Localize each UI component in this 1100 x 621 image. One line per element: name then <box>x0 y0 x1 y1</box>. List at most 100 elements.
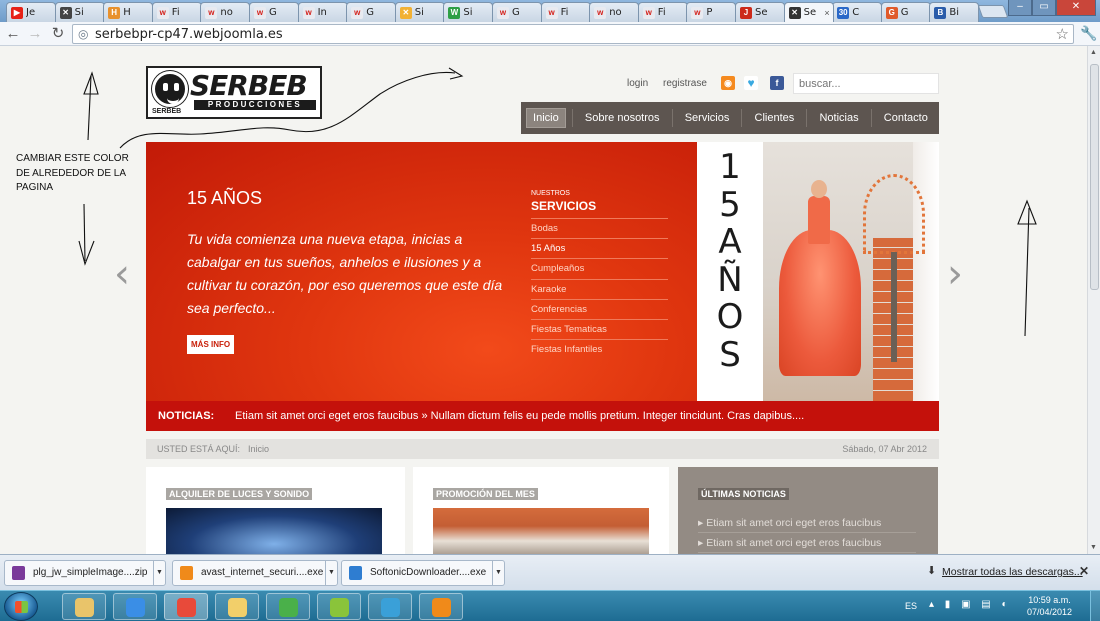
paint-icon <box>380 598 400 617</box>
taskbar-app-messenger[interactable] <box>266 593 310 620</box>
taskbar-app-paint[interactable] <box>368 593 412 620</box>
tab-favicon-icon: w <box>642 6 655 19</box>
browser-tab[interactable]: J Se <box>735 2 785 22</box>
browser-tab[interactable]: HH <box>103 2 154 22</box>
tab-favicon-icon: J <box>740 6 752 19</box>
tab-favicon-icon: w <box>594 6 607 19</box>
tab-label: G <box>512 7 520 18</box>
wrench-icon[interactable]: 🔧 <box>1080 25 1097 42</box>
tab-favicon-icon: B <box>934 6 947 19</box>
download-arrow-icon: ⬇ <box>927 565 937 577</box>
tab-label: Se <box>755 7 768 18</box>
browser-tab[interactable]: wP <box>686 2 737 22</box>
download-item-avast[interactable]: avast_internet_securi....exe ▼ <box>172 560 338 586</box>
taskbar-app-notepad[interactable] <box>317 593 361 620</box>
tab-label: G <box>269 7 277 18</box>
download-menu-arrow[interactable]: ▼ <box>325 561 337 585</box>
notepad-icon <box>329 598 349 617</box>
tab-label: Si <box>414 7 424 18</box>
address-bar[interactable]: ◎ serbebpr-cp47.webjoomla.es ☆ <box>72 24 1074 44</box>
browser-tab[interactable]: ✕ Se × <box>783 2 834 22</box>
window-close-button[interactable]: ✕ <box>1056 0 1096 16</box>
tab-favicon-icon: ✕ <box>59 6 72 19</box>
download-menu-arrow[interactable]: ▼ <box>492 561 504 585</box>
browser-tab[interactable]: ✕ Si <box>394 2 445 22</box>
taskbar-app-avast[interactable] <box>419 593 463 620</box>
tab-label: Fi <box>657 7 666 18</box>
tab-favicon-icon: W <box>448 6 461 19</box>
tab-label: no <box>220 7 233 18</box>
browser-tab[interactable]: w Fi <box>151 2 202 22</box>
taskbar-app-chrome[interactable] <box>164 593 208 620</box>
download-item-softonic[interactable]: SoftonicDownloader....exe ▼ <box>341 560 505 586</box>
tab-label: Bi <box>949 7 960 18</box>
taskbar-app-internet-explorer[interactable] <box>113 593 157 620</box>
tab-label: Fi <box>171 7 180 18</box>
tab-label: G <box>900 7 909 18</box>
tab-favicon-icon: H <box>108 6 121 19</box>
taskbar-app-explorer[interactable] <box>62 593 106 620</box>
browser-tab[interactable]: ✕ Si <box>54 2 105 22</box>
folder-icon <box>227 598 247 617</box>
vertical-scrollbar[interactable]: ▲ ▼ <box>1087 46 1100 554</box>
tab-label: Si <box>74 7 84 18</box>
browser-tab[interactable]: B Bi <box>929 2 980 22</box>
tab-favicon-icon: w <box>205 6 218 19</box>
browser-tab[interactable]: wG <box>346 2 397 22</box>
back-icon[interactable]: ← <box>4 25 22 43</box>
start-button[interactable] <box>4 592 38 621</box>
handwritten-arrows <box>78 67 1037 337</box>
maximize-button[interactable]: ▭ <box>1032 0 1056 16</box>
tray-icons[interactable]: ▴ ▮ ▣ ▤ ◐ <box>929 599 1012 610</box>
reload-icon[interactable]: ↻ <box>49 25 67 43</box>
forward-icon[interactable]: → <box>26 25 44 43</box>
tab-favicon-icon: ✕ <box>788 6 801 19</box>
tab-favicon-icon: w <box>351 6 364 19</box>
browser-tab[interactable]: w no <box>200 2 251 22</box>
download-menu-arrow[interactable]: ▼ <box>153 561 165 585</box>
installer-icon <box>349 566 362 580</box>
browser-tab[interactable]: w Fi <box>637 2 688 22</box>
browser-tab[interactable]: GG <box>880 2 931 22</box>
browser-tab[interactable]: ▶ Je <box>6 2 56 22</box>
tab-favicon-icon: G <box>885 6 898 19</box>
browser-tab[interactable]: 30 C <box>832 2 883 22</box>
language-indicator[interactable]: ES <box>905 601 917 611</box>
windows-taskbar: ES ▴ ▮ ▣ ▤ ◐ 10:59 a.m. 07/04/2012 <box>0 590 1100 621</box>
taskbar-app-folder[interactable] <box>215 593 259 620</box>
tab-favicon-icon: ✕ <box>399 6 412 19</box>
browser-toolbar: ← → ↻ ◎ serbebpr-cp47.webjoomla.es ☆ 🔧 <box>0 22 1100 46</box>
minimize-button[interactable]: – <box>1008 0 1032 16</box>
tab-close-icon[interactable]: × <box>824 8 832 18</box>
new-tab-button[interactable] <box>977 5 1009 18</box>
browser-tab[interactable]: wG <box>249 2 299 22</box>
browser-tab[interactable]: w In <box>297 2 348 22</box>
tab-favicon-icon: w <box>156 6 169 19</box>
windows-logo-icon <box>15 601 28 613</box>
tab-label: In <box>317 7 327 18</box>
browser-tab[interactable]: w Fi <box>540 2 591 22</box>
tab-label: no <box>609 7 622 18</box>
clock[interactable]: 10:59 a.m. 07/04/2012 <box>1027 594 1072 618</box>
globe-icon: ◎ <box>78 27 89 41</box>
zip-icon <box>12 566 25 580</box>
tab-label: Si <box>463 7 473 18</box>
tab-favicon-icon: w <box>497 6 509 19</box>
bookmark-star-icon[interactable]: ☆ <box>1056 25 1069 43</box>
tab-label: Fi <box>560 7 569 18</box>
avast-icon <box>431 598 451 617</box>
close-download-bar-icon[interactable]: ✕ <box>1079 564 1089 578</box>
tab-label: P <box>706 7 713 18</box>
show-all-downloads-link[interactable]: Mostrar todas las descargas... <box>942 566 1083 578</box>
scrollbar-thumb[interactable] <box>1090 64 1099 290</box>
show-desktop-button[interactable] <box>1090 591 1100 621</box>
tab-label: G <box>366 7 374 18</box>
browser-tab[interactable]: w no <box>589 2 640 22</box>
url-text[interactable]: serbebpr-cp47.webjoomla.es <box>95 27 283 42</box>
download-bar: plg_jw_simpleImage....zip ▼ avast_intern… <box>0 554 1100 590</box>
download-item-plg[interactable]: plg_jw_simpleImage....zip ▼ <box>4 560 166 586</box>
tab-favicon-icon: w <box>254 6 266 19</box>
browser-tab[interactable]: wG <box>492 2 542 22</box>
browser-tab[interactable]: W Si <box>443 2 494 22</box>
internet-explorer-icon <box>125 598 145 617</box>
